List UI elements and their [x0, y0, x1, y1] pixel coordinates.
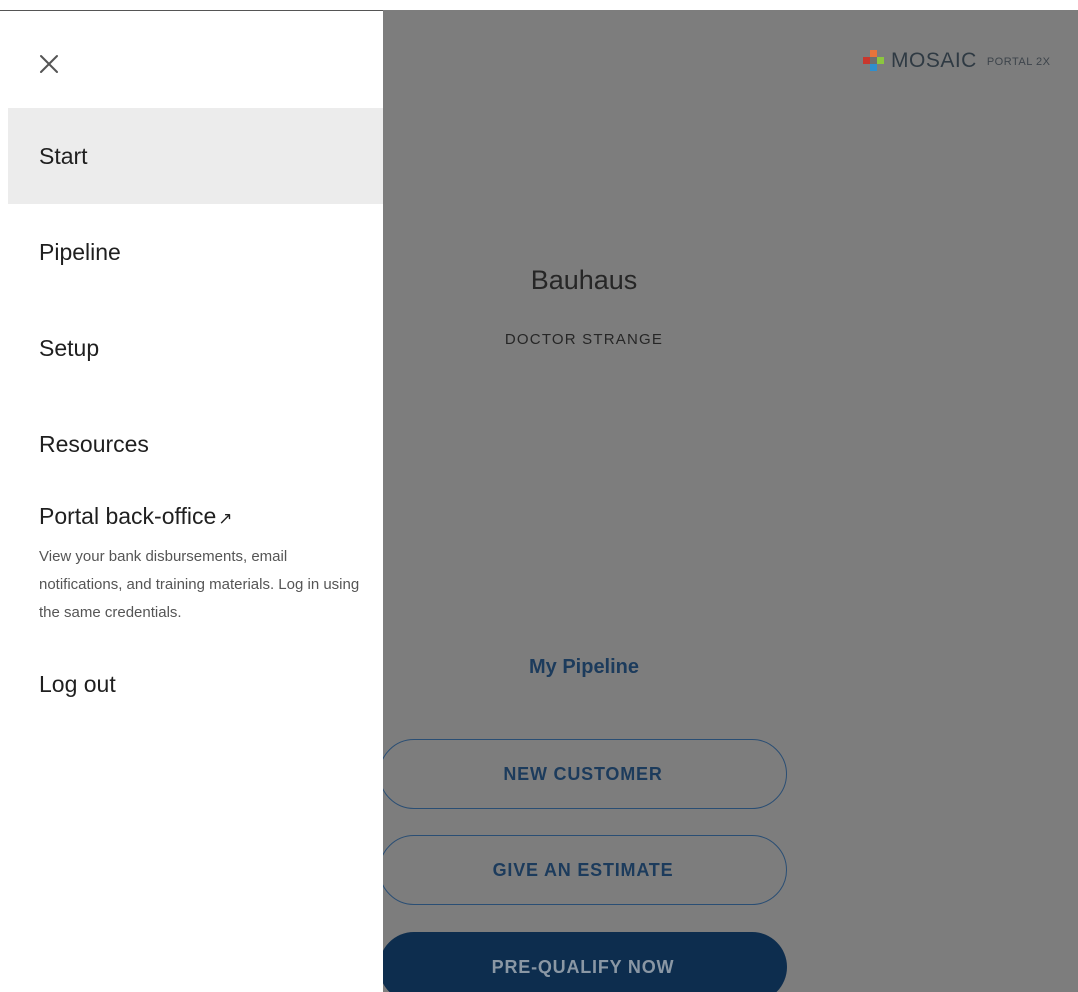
- main-content-overlay[interactable]: MOSAIC PORTAL 2X Bauhaus DOCTOR STRANGE …: [383, 10, 1078, 992]
- brand-subtitle: PORTAL 2X: [986, 56, 1051, 68]
- drawer-item-label: Resources: [39, 431, 149, 457]
- back-office-label: Portal back-office: [39, 503, 217, 529]
- drawer-item-setup[interactable]: Setup: [8, 300, 383, 396]
- drawer-item-label: Pipeline: [39, 239, 121, 265]
- give-estimate-button[interactable]: GIVE AN ESTIMATE: [383, 835, 787, 905]
- back-office-description: View your bank disbursements, email noti…: [39, 548, 360, 621]
- brand-name: MOSAIC: [891, 49, 977, 72]
- drawer-item-start[interactable]: Start: [8, 108, 383, 204]
- logout-button[interactable]: Log out: [8, 656, 383, 712]
- drawer-item-resources[interactable]: Resources: [8, 396, 383, 492]
- drawer-item-label: Setup: [39, 335, 100, 361]
- company-name: Bauhaus: [530, 265, 638, 295]
- logout-label: Log out: [39, 671, 116, 697]
- user-name: DOCTOR STRANGE: [504, 331, 664, 348]
- portal-back-office-link[interactable]: Portal back-office ↗: [39, 503, 233, 530]
- drawer-item-pipeline[interactable]: Pipeline: [8, 204, 383, 300]
- prequalify-button[interactable]: PRE-QUALIFY NOW: [383, 932, 787, 992]
- my-pipeline-link[interactable]: My Pipeline: [383, 656, 785, 679]
- mosaic-logo-icon: [863, 50, 885, 72]
- mosaic-logo: MOSAIC PORTAL 2X: [863, 49, 1050, 73]
- navigation-drawer: Start Pipeline Setup Resources Portal ba…: [8, 11, 383, 992]
- drawer-item-label: Start: [39, 143, 88, 169]
- app-window: MOSAIC PORTAL 2X Bauhaus DOCTOR STRANGE …: [0, 0, 1078, 992]
- close-icon[interactable]: [34, 49, 64, 79]
- external-link-icon: ↗: [218, 509, 233, 528]
- new-customer-button[interactable]: NEW CUSTOMER: [383, 739, 787, 809]
